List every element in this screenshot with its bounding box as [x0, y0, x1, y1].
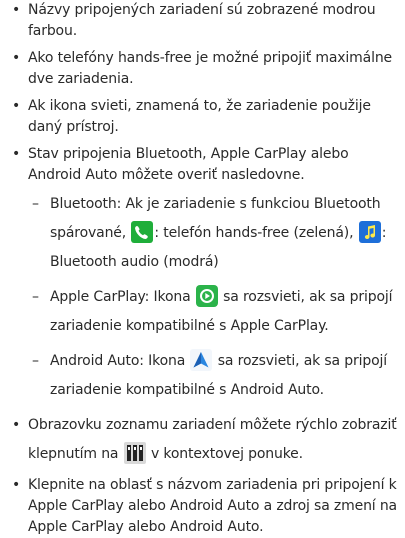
sub-item-carplay: Apple CarPlay: Ikona sa rozsvieti, ak sa…	[28, 283, 399, 341]
bullet-text: Stav pripojenia Bluetooth, Apple CarPlay…	[28, 146, 349, 183]
bullet-item: Stav pripojenia Bluetooth, Apple CarPlay…	[12, 144, 399, 405]
bullet-item: Názvy pripojených zariadení sú zobrazené…	[12, 0, 399, 42]
bullet-item: Ak ikona svieti, znamená to, že zariaden…	[12, 96, 399, 138]
bullet-text: v kontextovej ponuke.	[151, 446, 303, 462]
bullet-text: Ako telefóny hands-free je možné pripoji…	[28, 50, 392, 87]
sub-text: Android Auto: Ikona	[50, 353, 186, 369]
bullet-item: Obrazovku zoznamu zariadení môžete rýchl…	[12, 411, 399, 469]
bullet-text: Názvy pripojených zariadení sú zobrazené…	[28, 2, 376, 39]
bullet-text: Klepnite na oblasť s názvom zariadenia p…	[28, 477, 397, 535]
bullet-list: Názvy pripojených zariadení sú zobrazené…	[12, 0, 399, 538]
phone-handsfree-icon	[131, 221, 154, 243]
bullet-text: Ak ikona svieti, znamená to, že zariaden…	[28, 98, 371, 135]
sub-item-android: Android Auto: Ikona sa rozsvieti, ak sa …	[28, 347, 399, 405]
sub-text: Apple CarPlay: Ikona	[50, 289, 191, 305]
apple-carplay-icon	[195, 285, 218, 307]
android-auto-icon	[190, 349, 213, 371]
bluetooth-audio-icon	[358, 221, 381, 243]
help-page: Názvy pripojených zariadení sú zobrazené…	[0, 0, 405, 535]
sub-item-bluetooth: Bluetooth: Ak je zariadenie s funkciou B…	[28, 190, 399, 277]
bullet-item: Ako telefóny hands-free je možné pripoji…	[12, 48, 399, 90]
device-list-icon[interactable]	[123, 442, 146, 464]
sub-text: : telefón hands-free (zelená),	[154, 225, 354, 241]
bullet-item: Klepnite na oblasť s názvom zariadenia p…	[12, 475, 399, 538]
